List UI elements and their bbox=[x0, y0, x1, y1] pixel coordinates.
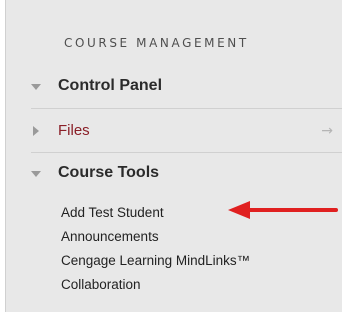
section-title: COURSE MANAGEMENT bbox=[64, 36, 249, 50]
divider bbox=[31, 108, 342, 109]
list-item-announcements[interactable]: Announcements bbox=[61, 225, 250, 249]
files-link[interactable]: Files bbox=[58, 122, 90, 139]
divider bbox=[31, 152, 342, 153]
expand-triangle-icon[interactable] bbox=[31, 171, 41, 177]
course-tools-row[interactable]: Course Tools bbox=[6, 155, 342, 195]
list-item-cengage-mindlinks[interactable]: Cengage Learning MindLinks™ bbox=[61, 249, 250, 273]
list-item-collaboration[interactable]: Collaboration bbox=[61, 273, 250, 297]
list-item-add-test-student[interactable]: Add Test Student bbox=[61, 201, 250, 225]
expand-triangle-icon[interactable] bbox=[31, 84, 41, 90]
files-row[interactable]: Files → bbox=[6, 112, 342, 152]
collapse-triangle-icon[interactable] bbox=[33, 126, 39, 136]
control-panel-row[interactable]: Control Panel bbox=[6, 68, 342, 108]
red-arrow-annotation-icon bbox=[228, 201, 338, 219]
course-tools-list: Add Test Student Announcements Cengage L… bbox=[61, 201, 250, 297]
course-menu-panel: COURSE MANAGEMENT Control Panel Files → … bbox=[5, 0, 342, 312]
control-panel-label[interactable]: Control Panel bbox=[58, 77, 162, 95]
arrow-right-icon[interactable]: → bbox=[321, 123, 333, 139]
course-tools-label[interactable]: Course Tools bbox=[58, 164, 159, 182]
